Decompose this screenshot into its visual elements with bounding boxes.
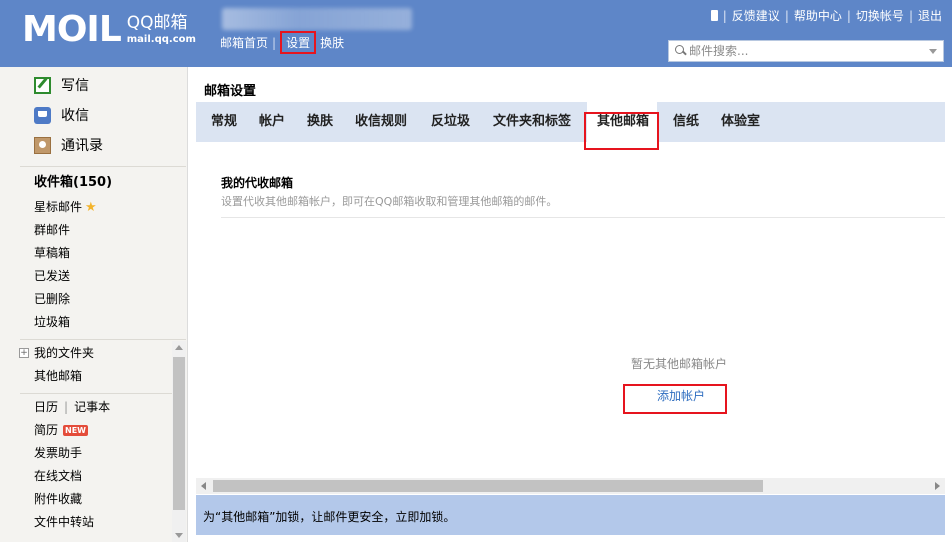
new-badge: NEW (63, 425, 88, 436)
compose-button[interactable]: 写信 (34, 75, 89, 95)
sidebar-item-inbox[interactable]: 收件箱(150) (34, 175, 112, 191)
compose-label: 写信 (61, 78, 89, 94)
sidebar-item-starred-label: 星标邮件 (34, 200, 83, 214)
section-title: 我的代收邮箱 (221, 176, 294, 190)
page-title: 邮箱设置 (204, 84, 257, 99)
logo-mail-text: MOIL (22, 9, 122, 50)
sidebar: 写信 收信 通讯录 收件箱(150) 星标邮件 ★ 群邮件 草稿箱 已发送 已删除… (0, 67, 188, 542)
scroll-up-icon[interactable] (175, 345, 183, 350)
empty-state-text: 暂无其他邮箱帐户 (631, 357, 728, 371)
lock-notice-bar: 为“其他邮箱”加锁，让邮件更安全，立即加锁。 (196, 495, 945, 535)
scroll-right-icon[interactable] (935, 482, 940, 490)
sidebar-item-attachments[interactable]: 附件收藏 (34, 491, 82, 507)
sidebar-item-other-mailbox[interactable]: 其他邮箱 (34, 368, 82, 384)
divider (20, 339, 186, 340)
tab-folders-labels[interactable]: 文件夹和标签 (493, 102, 571, 142)
header: MOIL QQ邮箱 mail.qq.com 邮箱首页 | 设置 换肤 | 反馈建… (0, 0, 952, 67)
sidebar-scrollbar[interactable] (172, 341, 186, 542)
sidebar-item-deleted[interactable]: 已删除 (34, 291, 70, 307)
add-account-link[interactable]: 添加帐户 (657, 387, 705, 404)
divider (221, 217, 945, 218)
sidebar-item-calendar[interactable]: 日历 (34, 400, 58, 414)
scroll-left-icon[interactable] (201, 482, 206, 490)
main-content: 邮箱设置 常规 帐户 换肤 收信规则 反垃圾 文件夹和标签 其他邮箱 信纸 体验… (196, 67, 952, 542)
sidebar-item-file-transfer[interactable]: 文件中转站 (34, 514, 94, 530)
scroll-down-icon[interactable] (175, 533, 183, 538)
section-description: 设置代收其他邮箱帐户，即可在QQ邮箱收取和管理其他邮箱的邮件。 (221, 195, 558, 208)
sidebar-item-resume-label: 简历 (34, 423, 59, 437)
star-icon: ★ (85, 200, 97, 215)
contacts-button[interactable]: 通讯录 (34, 135, 103, 155)
sidebar-item-notes[interactable]: 记事本 (74, 400, 110, 414)
top-nav: 邮箱首页 | 设置 换肤 (220, 31, 344, 54)
receive-label: 收信 (61, 108, 89, 124)
tab-account[interactable]: 帐户 (259, 102, 285, 142)
logout-link[interactable]: 退出 (918, 7, 942, 24)
tab-general[interactable]: 常规 (211, 102, 237, 142)
expand-plus-icon[interactable]: + (19, 348, 29, 358)
skin-link[interactable]: 换肤 (320, 34, 344, 51)
sidebar-item-spam[interactable]: 垃圾箱 (34, 314, 70, 330)
inbox-icon (34, 106, 51, 124)
chevron-down-icon[interactable] (929, 49, 937, 54)
feedback-link[interactable]: 反馈建议 (732, 7, 780, 24)
calendar-notes-row: 日历 | 记事本 (34, 400, 111, 414)
horizontal-scrollbar[interactable] (196, 478, 945, 494)
lock-notice-text[interactable]: 为“其他邮箱”加锁，让邮件更安全，立即加锁。 (203, 508, 455, 525)
tab-antispam[interactable]: 反垃圾 (431, 102, 470, 142)
contacts-label: 通讯录 (61, 138, 103, 154)
divider (20, 393, 186, 394)
tab-lab[interactable]: 体验室 (721, 102, 760, 142)
logo-url: mail.qq.com (126, 34, 196, 45)
sidebar-item-starred[interactable]: 星标邮件 ★ (34, 199, 97, 216)
divider (20, 166, 186, 167)
tab-rules[interactable]: 收信规则 (355, 102, 407, 142)
sidebar-item-drafts[interactable]: 草稿箱 (34, 245, 70, 261)
search-icon (673, 43, 689, 59)
sidebar-item-resume[interactable]: 简历 NEW (34, 422, 88, 438)
sidebar-item-sent[interactable]: 已发送 (34, 268, 70, 284)
tab-stationery[interactable]: 信纸 (673, 102, 699, 142)
logo-brand: QQ邮箱 (126, 13, 188, 33)
settings-link[interactable]: 设置 (280, 31, 317, 54)
sidebar-item-invoice[interactable]: 发票助手 (34, 445, 82, 461)
receive-button[interactable]: 收信 (34, 105, 89, 125)
switch-account-link[interactable]: 切换帐号 (856, 7, 904, 24)
tab-highlight-box (584, 112, 659, 150)
scrollbar-thumb[interactable] (213, 480, 763, 492)
blurred-username (222, 8, 412, 30)
compose-icon (34, 76, 51, 94)
mail-search-box[interactable] (668, 40, 944, 62)
mailbox-home-link[interactable]: 邮箱首页 (220, 34, 268, 51)
help-center-link[interactable]: 帮助中心 (794, 7, 842, 24)
contacts-icon (34, 136, 51, 154)
sidebar-item-my-folders[interactable]: 我的文件夹 (34, 345, 94, 361)
scrollbar-thumb[interactable] (173, 357, 185, 510)
sidebar-item-docs[interactable]: 在线文档 (34, 468, 82, 484)
qq-mail-logo[interactable]: MOIL QQ邮箱 mail.qq.com (22, 10, 196, 50)
settings-tabbar: 常规 帐户 换肤 收信规则 反垃圾 文件夹和标签 其他邮箱 信纸 体验室 (196, 102, 945, 142)
top-links: | 反馈建议 | 帮助中心 | 切换帐号 | 退出 (710, 7, 942, 24)
sidebar-item-group[interactable]: 群邮件 (34, 222, 70, 238)
phone-icon[interactable] (710, 10, 718, 21)
tab-skin[interactable]: 换肤 (307, 102, 333, 142)
mail-search-input[interactable] (689, 44, 919, 58)
